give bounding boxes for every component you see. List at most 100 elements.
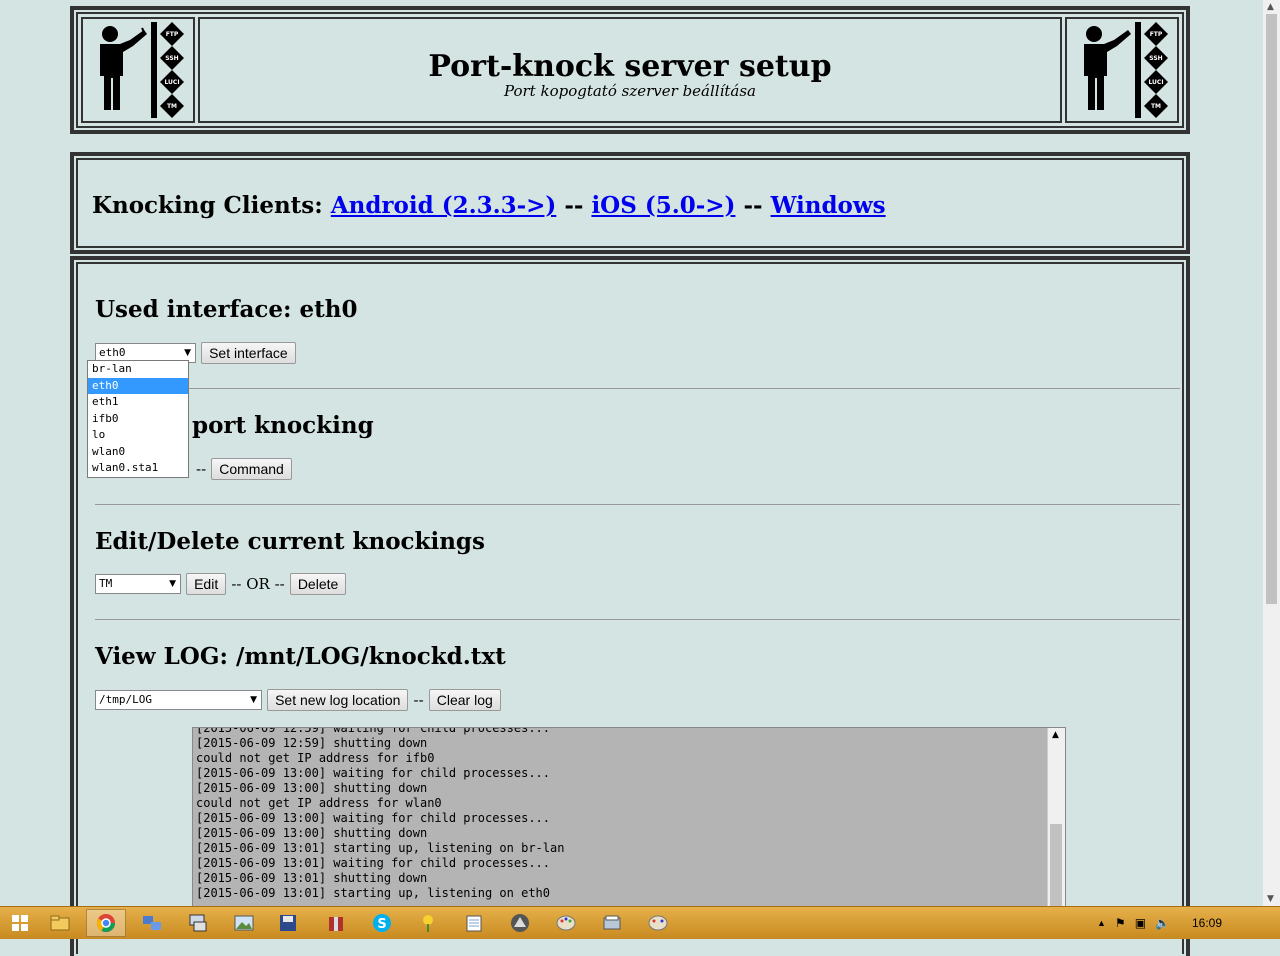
network-tool-icon[interactable] [132,909,172,937]
paint2-icon[interactable] [638,909,678,937]
ios-client-link[interactable]: iOS (5.0->) [591,192,735,219]
chrome-icon[interactable] [86,909,126,937]
log-line: could not get IP address for wlan0 [196,796,442,810]
logo-left: FTP SSH LUCI TM [81,17,195,123]
scanner-icon[interactable] [592,909,632,937]
windows-start-icon[interactable] [0,909,40,937]
knocking-select[interactable]: TM ▼ [95,574,181,594]
interface-dropdown-list[interactable]: br-lan eth0 eth1 ifb0 lo wlan0 wlan0.sta… [87,360,189,478]
log-line: [2015-06-09 13:00] shutting down [196,826,428,840]
svg-text:SSH: SSH [1149,55,1162,62]
svg-text:LUCI: LUCI [1148,79,1163,86]
scroll-thumb[interactable] [1050,824,1062,907]
log-line: [2015-06-09 13:01] starting up, listenin… [196,886,551,900]
log-line: [2015-06-09 12:59] shutting down [196,736,428,750]
dropdown-option[interactable]: ifb0 [88,411,188,428]
edit-heading: Edit/Delete current knockings [95,528,485,555]
vmware-icon[interactable] [500,909,540,937]
delete-button[interactable]: Delete [289,573,347,595]
port-knocking-heading: port knocking [192,412,374,439]
interface-section: Used interface: eth0 [95,296,357,323]
flower-app-icon[interactable] [408,909,448,937]
edit-section: Edit/Delete current knockings [95,528,485,555]
interface-heading: Used interface: eth0 [95,296,358,323]
log-line: [2015-06-09 13:00] waiting for child pro… [196,811,551,825]
svg-text:TM: TM [1151,103,1161,110]
title-cell: Port-knock server setup Port kopogtató s… [198,17,1062,123]
scroll-thumb[interactable] [1266,14,1277,604]
log-line: [2015-06-09 13:01] starting up, listenin… [196,841,565,855]
port-knocking-controls: -- Command [196,458,292,480]
file-explorer-icon[interactable] [40,909,80,937]
skype-icon[interactable]: S [362,909,402,937]
log-line: could not get IP address for ifb0 [196,751,435,765]
notepad-icon[interactable] [454,909,494,937]
logo-right: FTP SSH LUCI TM [1065,17,1179,123]
divider [95,619,1180,620]
page-subtitle: Port kopogtató szerver beállítása [504,82,756,100]
separator: -- [196,460,207,478]
paint-icon[interactable] [546,909,586,937]
show-hidden-icons-icon[interactable]: ▲ [1097,918,1106,928]
divider [95,504,1180,505]
edit-controls: TM ▼ Edit -- OR -- Delete [95,573,347,595]
page-scrollbar[interactable]: ▲ ▼ [1263,0,1280,906]
log-section: View LOG: /mnt/LOG/knockd.txt [95,643,506,670]
system-tray: ▲ ⚑ ▣ 🔈 16:09 [1097,907,1222,939]
dropdown-option[interactable]: br-lan [88,361,188,378]
flag-icon[interactable]: ⚑ [1115,916,1126,930]
knocking-man-icon: FTP SSH LUCI TM [1084,22,1168,118]
scroll-up-icon[interactable]: ▲ [1052,730,1059,740]
log-line: [2015-06-09 13:00] shutting down [196,781,428,795]
svg-text:S: S [377,917,386,932]
log-line: [2015-06-09 13:01] shutting down [196,871,428,885]
archive-icon[interactable] [316,909,356,937]
set-log-location-button[interactable]: Set new log location [267,689,409,711]
knocking-man-icon: FTP SSH LUCI TM [100,22,184,118]
log-scrollbar[interactable]: ▲ [1047,728,1065,907]
clients-frame: Knocking Clients: Android (2.3.3->) -- i… [70,152,1190,254]
or-separator: -- OR -- [231,575,285,593]
clients-label: Knocking Clients: [92,192,323,219]
separator: -- [413,691,424,709]
image-viewer-icon[interactable] [224,909,264,937]
log-line: [2015-06-09 13:00] waiting for child pro… [196,766,551,780]
taskbar: S ▲ ⚑ ▣ 🔈 16:09 [0,906,1280,939]
svg-text:TM: TM [167,103,177,110]
network-icon[interactable]: ▣ [1135,916,1146,930]
save-disk-icon[interactable] [268,909,308,937]
log-line: [2015-06-09 12:59] waiting for child pro… [196,727,551,735]
svg-text:FTP: FTP [1150,31,1163,38]
svg-text:FTP: FTP [166,31,179,38]
svg-text:LUCI: LUCI [164,79,179,86]
android-client-link[interactable]: Android (2.3.3->) [331,192,557,219]
log-controls: /tmp/LOG ▼ Set new log location -- Clear … [95,689,501,711]
windows-client-link[interactable]: Windows [771,192,886,219]
log-textarea[interactable]: [2015-06-09 12:59] waiting for child pro… [192,727,1066,908]
header-frame: FTP SSH LUCI TM Port-knock server setup … [70,6,1190,134]
dropdown-option[interactable]: wlan0 [88,444,188,461]
clock[interactable]: 16:09 [1192,916,1222,930]
dropdown-option[interactable]: eth1 [88,394,188,411]
putty-icon[interactable] [178,909,218,937]
scroll-up-icon[interactable]: ▲ [1267,2,1274,12]
port-knocking-section: port knocking [192,412,374,439]
dropdown-option[interactable]: wlan0.sta1 [88,460,188,477]
log-line: [2015-06-09 13:01] waiting for child pro… [196,856,551,870]
set-interface-button[interactable]: Set interface [201,342,296,364]
log-heading: View LOG: /mnt/LOG/knockd.txt [95,643,506,670]
scroll-down-icon[interactable]: ▼ [1267,894,1274,904]
clients-line: Knocking Clients: Android (2.3.3->) -- i… [92,192,1182,219]
divider [95,388,1180,389]
dropdown-option[interactable]: lo [88,427,188,444]
volume-icon[interactable]: 🔈 [1155,916,1170,930]
edit-button[interactable]: Edit [186,573,227,595]
svg-text:SSH: SSH [165,55,178,62]
clear-log-button[interactable]: Clear log [428,689,501,711]
dropdown-option-selected[interactable]: eth0 [88,377,188,394]
chevron-down-icon: ▼ [169,579,176,589]
page-title: Port-knock server setup [428,49,832,84]
log-location-select[interactable]: /tmp/LOG ▼ [95,690,262,710]
command-button[interactable]: Command [211,458,292,480]
chevron-down-icon: ▼ [250,695,257,705]
